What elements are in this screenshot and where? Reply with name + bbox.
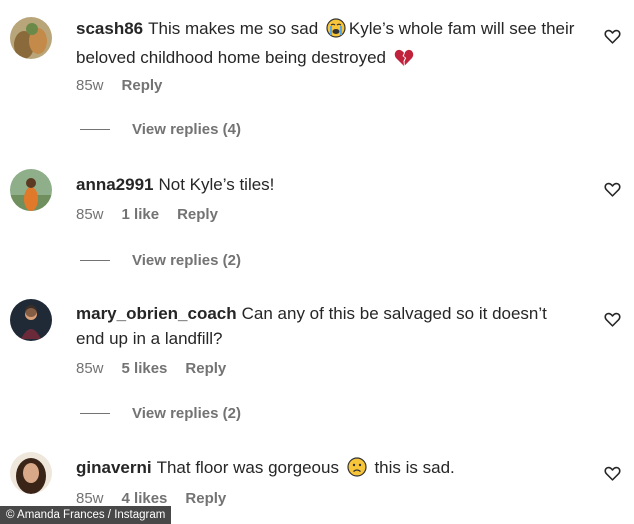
comment-text: Not Kyle’s tiles!: [158, 175, 275, 194]
timestamp: 85w: [76, 77, 104, 94]
broken-heart-icon: [394, 49, 414, 74]
comment-text-continued: this is sad.: [374, 458, 455, 477]
loudly-crying-face-icon: [326, 18, 346, 45]
frowning-face-icon: [347, 457, 367, 484]
username[interactable]: mary_obrien_coach: [76, 304, 237, 323]
timestamp: 85w: [76, 206, 104, 223]
like-count[interactable]: 5 likes: [122, 360, 168, 377]
avatar[interactable]: [10, 452, 52, 494]
username[interactable]: scash86: [76, 19, 143, 38]
timestamp: 85w: [76, 490, 104, 507]
avatar[interactable]: [10, 17, 52, 59]
divider-line: [80, 260, 110, 261]
username[interactable]: ginaverni: [76, 458, 152, 477]
view-replies-button[interactable]: View replies (2): [80, 252, 241, 269]
photo-credit: © Amanda Frances / Instagram: [0, 506, 172, 524]
view-replies-button[interactable]: View replies (2): [80, 405, 241, 422]
timestamp: 85w: [76, 360, 104, 377]
view-replies-label: View replies (2): [132, 252, 241, 269]
like-count[interactable]: 4 likes: [122, 490, 168, 507]
like-count[interactable]: 1 like: [122, 206, 160, 223]
reply-button[interactable]: Reply: [185, 490, 226, 507]
avatar[interactable]: [10, 299, 52, 341]
comment-text: That floor was gorgeous: [156, 458, 339, 477]
view-replies-label: View replies (2): [132, 405, 241, 422]
avatar[interactable]: [10, 169, 52, 211]
like-heart-icon[interactable]: [604, 181, 621, 198]
divider-line: [80, 413, 110, 414]
username[interactable]: anna2991: [76, 175, 154, 194]
view-replies-button[interactable]: View replies (4): [80, 121, 241, 138]
like-heart-icon[interactable]: [604, 465, 621, 482]
like-heart-icon[interactable]: [604, 28, 621, 45]
comment-text: This makes me so sad: [148, 19, 319, 38]
reply-button[interactable]: Reply: [177, 206, 218, 223]
reply-button[interactable]: Reply: [185, 360, 226, 377]
view-replies-label: View replies (4): [132, 121, 241, 138]
like-heart-icon[interactable]: [604, 311, 621, 328]
reply-button[interactable]: Reply: [122, 77, 163, 94]
divider-line: [80, 129, 110, 130]
